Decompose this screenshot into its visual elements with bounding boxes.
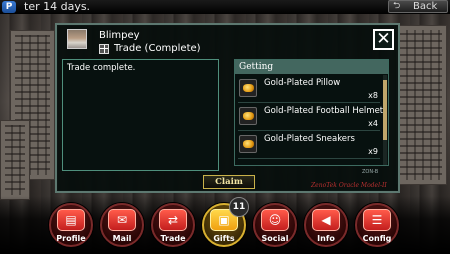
config-button[interactable]: ☰ Config — [355, 203, 399, 247]
player-name: Blimpey — [99, 30, 140, 41]
trade-button[interactable]: ⇄ Trade — [151, 203, 195, 247]
close-button[interactable]: ✕ — [373, 29, 394, 50]
list-item[interactable]: Gold-Plated Pillow x8 — [238, 76, 380, 103]
ticker-message: ter 14 days. — [24, 0, 91, 13]
menu-label: Mail — [112, 234, 132, 243]
info-button[interactable]: ◀ Info — [304, 203, 348, 247]
menu-label: Info — [317, 234, 335, 243]
panel-code-label: ZON-B — [362, 169, 379, 175]
mail-button[interactable]: ✉ Mail — [100, 203, 144, 247]
return-arrow-icon: ⮌ — [393, 1, 401, 11]
gold-sneakers-icon — [239, 135, 257, 153]
menu-label: Config — [362, 234, 392, 243]
gifts-count-badge: 11 — [229, 197, 249, 217]
gold-pillow-icon — [239, 79, 257, 97]
profile-card-icon: ▤ — [65, 213, 77, 227]
menu-label: Social — [261, 234, 289, 243]
gift-icon — [99, 44, 109, 54]
item-quantity: x8 — [368, 91, 378, 100]
item-quantity: x9 — [368, 147, 378, 156]
message-text: Trade complete. — [67, 63, 136, 73]
social-button[interactable]: ☺ Social — [253, 203, 297, 247]
back-label: Back — [413, 1, 438, 12]
close-icon: ✕ — [376, 29, 391, 49]
profile-button[interactable]: ▤ Profile — [49, 203, 93, 247]
people-icon: ☺ — [268, 213, 282, 227]
megaphone-icon: ◀ — [321, 213, 331, 227]
building — [395, 25, 447, 185]
building — [0, 120, 30, 200]
getting-panel: Getting Gold-Plated Pillow x8 Gold-Plate… — [234, 59, 389, 166]
sliders-icon: ☰ — [371, 213, 383, 227]
item-quantity: x4 — [368, 119, 378, 128]
item-name: Gold-Plated Pillow — [264, 78, 341, 88]
back-button[interactable]: ⮌ Back — [388, 0, 448, 13]
model-label: ZenoTek Oracle Model-II — [311, 182, 387, 189]
trade-dialog: Blimpey Trade (Complete) ✕ Trade complet… — [55, 23, 400, 193]
scrollbar-thumb[interactable] — [383, 80, 387, 140]
top-bar: P ter 14 days. ⮌ Back — [0, 0, 450, 14]
list-item[interactable]: Gold-Plated Sneakers x9 — [238, 132, 380, 159]
envelope-icon: ✉ — [116, 213, 128, 227]
getting-title: Getting — [235, 60, 388, 74]
menu-label: Trade — [160, 234, 186, 243]
trade-arrows-icon: ⇄ — [167, 213, 179, 227]
avatar — [67, 29, 87, 49]
list-item[interactable]: Gold-Plated Football Helmet x4 — [238, 104, 384, 131]
item-name: Gold-Plated Sneakers — [264, 134, 355, 144]
gold-helmet-icon — [239, 107, 257, 125]
claim-button[interactable]: Claim — [203, 175, 255, 189]
item-name: Gold-Plated Football Helmet — [264, 106, 384, 116]
message-box: Trade complete. — [62, 59, 219, 171]
trade-status: Trade (Complete) — [114, 43, 201, 54]
menu-label: Profile — [56, 234, 86, 243]
menu-label: Gifts — [213, 234, 235, 243]
playstation-icon[interactable]: P — [2, 1, 16, 13]
